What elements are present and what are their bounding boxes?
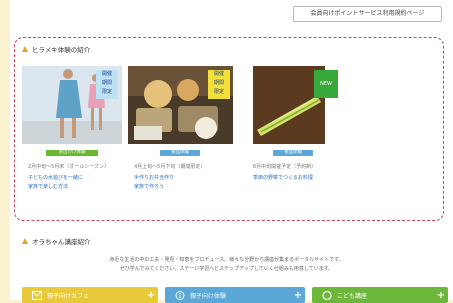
button-label: こども講座 (337, 292, 368, 300)
category-label: 食品体験 (273, 150, 313, 156)
experience-card[interactable]: 開催 期間 限定 食品体験 4月上旬〜5月下旬（期間限定） 手作りお弁当作り 家… (128, 66, 233, 212)
plus-icon: + (146, 289, 156, 301)
period-badge: 開催 期間 限定 (96, 70, 118, 99)
courses-section-title: オラちゃん講座紹介 (32, 238, 91, 246)
card-meta: 2月中旬〜5月末（オールシーズン） (28, 164, 110, 170)
card-link[interactable]: 子どもの水遊びを一緒に (28, 174, 83, 181)
card-meta: 4月上旬〜5月下旬（期間限定） (134, 164, 206, 170)
card-meta: 6月中旬開催予定（予約制） (253, 164, 317, 170)
card-thumbnail: NEW (247, 66, 340, 144)
featured-section-title: ヒラメキ体験の紹介 (32, 46, 91, 54)
triangle-icon (22, 238, 28, 244)
plus-icon: + (436, 289, 446, 301)
card-thumbnail: 開催 期間 限定 (22, 66, 122, 144)
button-label: 親子向け体験 (190, 292, 227, 300)
card-link[interactable]: 家族で楽しむ方法 (28, 183, 68, 190)
card-link[interactable]: 家族で作ろう (134, 183, 164, 190)
period-badge: 開催 期間 限定 (208, 70, 230, 99)
category-label: お出かけ体験 (46, 150, 98, 156)
button-label: 親子向けカフェ (47, 292, 90, 300)
triangle-icon (22, 46, 28, 52)
kids-course-button[interactable]: こども講座 + (312, 287, 448, 303)
plus-icon: + (293, 289, 303, 301)
category-label: 食品体験 (160, 150, 200, 156)
featured-section-header: ヒラメキ体験の紹介 (22, 44, 90, 54)
courses-intro-line: ぜひ学んでみてください。ステージ学習へとステップアップしていく仕組みも用意してい… (119, 266, 334, 272)
family-cafe-button[interactable]: 親子向けカフェ + (22, 287, 158, 303)
courses-intro-line: 身近な生活の中の工夫・発見・知恵をプロデュース。様々な分野から講座が集まるポータ… (109, 257, 344, 263)
envelope-icon (32, 290, 42, 300)
circle-icon (322, 290, 332, 300)
family-experience-button[interactable]: 親子向け体験 + (165, 287, 305, 303)
courses-section-header: オラちゃん講座紹介 (22, 236, 91, 246)
card-thumbnail: 開催 期間 限定 (128, 66, 233, 144)
info-icon (175, 290, 185, 300)
experience-card[interactable]: 開催 期間 限定 お出かけ体験 2月中旬〜5月末（オールシーズン） 子どもの水遊… (22, 66, 122, 212)
card-link[interactable]: 季節の野菜でつくるお料理 (253, 174, 313, 181)
terms-link-button[interactable]: 会員向けポイントサービス利用規約ページ (293, 6, 442, 22)
experience-card[interactable]: NEW 食品体験 6月中旬開催予定（予約制） 季節の野菜でつくるお料理 (247, 66, 340, 212)
new-badge: NEW (314, 70, 338, 98)
card-link[interactable]: 手作りお弁当作り (134, 174, 174, 181)
